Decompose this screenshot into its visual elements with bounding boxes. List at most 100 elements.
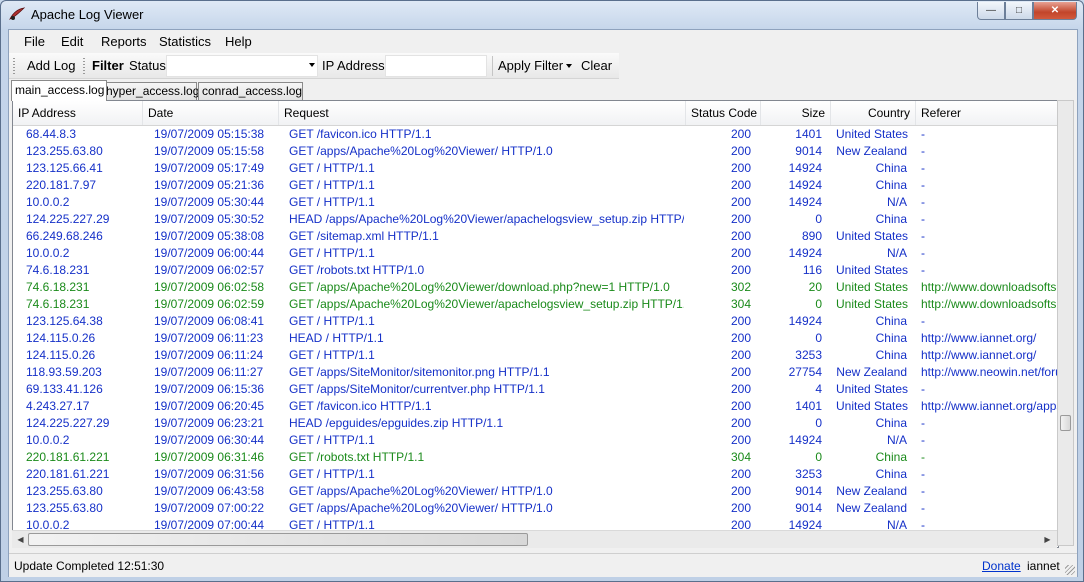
table-row[interactable]: 124.225.227.29 19/07/2009 06:23:21 HEAD /e… (13, 415, 1058, 432)
ip-address-input[interactable] (385, 55, 487, 77)
table-row[interactable]: 10.0.0.2 19/07/2009 05:30:44 GET / HTTP/1.… (13, 194, 1058, 211)
table-row[interactable]: 124.115.0.26 19/07/2009 06:11:24 GET / HTT… (13, 347, 1058, 364)
table-row[interactable]: 74.6.18.231 19/07/2009 06:02:57 GET /robot… (13, 262, 1058, 279)
grid-header: IP Address Date Request Status Code Size… (13, 101, 1058, 126)
cell-country: N/A (886, 433, 907, 447)
menu-reports[interactable]: Reports (101, 34, 147, 49)
table-row[interactable]: 123.255.63.80 19/07/2009 06:43:58 GET /app… (13, 483, 1058, 500)
cell-country: China (875, 450, 907, 464)
cell-ip-address: 10.0.0.2 (26, 246, 70, 260)
cell-date: 19/07/2009 06:31:56 (154, 467, 265, 481)
table-row[interactable]: 4.243.27.17 19/07/2009 06:20:45 GET /favic… (13, 398, 1058, 415)
column-header-size[interactable]: Size (761, 101, 831, 125)
minimize-icon: — (986, 5, 996, 16)
maximize-button[interactable]: □ (1005, 2, 1033, 20)
column-header-referer[interactable]: Referer (916, 101, 1058, 125)
cell-referer: - (921, 212, 925, 226)
cell-request: GET / HTTP/1.1 (289, 246, 375, 260)
toolbar-grip[interactable] (13, 58, 15, 74)
cell-date: 19/07/2009 06:02:59 (154, 297, 265, 311)
cell-ip-address: 74.6.18.231 (26, 297, 90, 311)
vertical-scrollbar[interactable] (1057, 100, 1074, 546)
cell-date: 19/07/2009 06:43:58 (154, 484, 265, 498)
cell-ip-address: 74.6.18.231 (26, 280, 90, 294)
cell-date: 19/07/2009 05:30:44 (154, 195, 265, 209)
cell-request: GET /robots.txt HTTP/1.1 (289, 450, 425, 464)
table-row[interactable]: 10.0.0.2 19/07/2009 06:30:44 GET / HTTP/1.… (13, 432, 1058, 449)
clear-button[interactable]: Clear (581, 58, 612, 73)
table-row[interactable]: 220.181.7.97 19/07/2009 05:21:36 GET / HTT… (13, 177, 1058, 194)
toolbar: Add Log Filter Status: IP Address: Apply… (9, 53, 619, 79)
column-header-date[interactable]: Date (143, 101, 279, 125)
table-row[interactable]: 123.125.64.38 19/07/2009 06:08:41 GET / HT… (13, 313, 1058, 330)
cell-request: GET / HTTP/1.1 (289, 348, 375, 362)
menu-statistics[interactable]: Statistics (159, 34, 211, 49)
cell-size: 3253 (795, 348, 822, 362)
apply-filter-dropdown-icon[interactable] (566, 64, 572, 68)
scroll-left-icon[interactable]: ◀ (13, 532, 28, 547)
table-row[interactable]: 74.6.18.231 19/07/2009 06:02:58 GET /apps/… (13, 279, 1058, 296)
horizontal-scroll-thumb[interactable] (28, 533, 528, 546)
scroll-right-icon[interactable]: ▶ (1040, 532, 1055, 547)
minimize-button[interactable]: — (977, 2, 1005, 20)
cell-date: 19/07/2009 06:15:36 (154, 382, 265, 396)
cell-ip-address: 69.133.41.126 (26, 382, 103, 396)
close-window-button[interactable]: ✕ (1033, 2, 1077, 20)
resize-grip-icon[interactable] (1065, 565, 1075, 575)
cell-status-code: 200 (730, 348, 751, 362)
table-row[interactable]: 69.133.41.126 19/07/2009 06:15:36 GET /app… (13, 381, 1058, 398)
cell-size: 0 (815, 212, 822, 226)
table-row[interactable]: 220.181.61.221 19/07/2009 06:31:46 GET /ro… (13, 449, 1058, 466)
table-row[interactable]: 123.255.63.80 19/07/2009 05:15:58 GET /app… (13, 143, 1058, 160)
status-dropdown[interactable] (166, 55, 318, 77)
column-header-status-code[interactable]: Status Code (686, 101, 761, 125)
title-bar[interactable]: Apache Log Viewer — □ ✕ (1, 1, 1083, 29)
cell-request: GET / HTTP/1.1 (289, 161, 375, 175)
donate-link[interactable]: Donate (982, 559, 1021, 573)
cell-referer: http://www.iannet.org/apps (921, 399, 1058, 413)
apply-filter-button[interactable]: Apply Filter (498, 58, 563, 73)
column-header-country[interactable]: Country (831, 101, 916, 125)
maximize-icon: □ (1015, 5, 1023, 16)
column-header-request[interactable]: Request (279, 101, 686, 125)
table-row[interactable]: 220.181.61.221 19/07/2009 06:31:56 GET / H… (13, 466, 1058, 483)
tab-main-access-log[interactable]: main_access.log (11, 80, 107, 101)
tab-hyper-access-log[interactable]: hyper_access.log (102, 82, 199, 100)
filter-toolbar-grip[interactable] (83, 58, 85, 74)
add-log-button[interactable]: Add Log (27, 58, 75, 73)
table-row[interactable]: 10.0.0.2 19/07/2009 06:00:44 GET / HTTP/1.… (13, 245, 1058, 262)
menu-file[interactable]: File (24, 34, 45, 49)
cell-request: GET /apps/Apache%20Log%20Viewer/download… (289, 280, 670, 294)
table-row[interactable]: 118.93.59.203 19/07/2009 06:11:27 GET /app… (13, 364, 1058, 381)
cell-country: United States (836, 382, 909, 396)
cell-ip-address: 220.181.61.221 (26, 467, 110, 481)
cell-ip-address: 124.115.0.26 (26, 331, 96, 345)
cell-date: 19/07/2009 06:02:58 (154, 280, 265, 294)
vertical-scroll-thumb[interactable] (1060, 415, 1071, 431)
table-row[interactable]: 123.255.63.80 19/07/2009 07:00:22 GET /app… (13, 500, 1058, 517)
column-header-ip-address[interactable]: IP Address (13, 101, 143, 125)
cell-date: 19/07/2009 05:17:49 (154, 161, 265, 175)
cell-date: 19/07/2009 05:15:58 (154, 144, 265, 158)
menu-edit[interactable]: Edit (61, 34, 83, 49)
menu-help[interactable]: Help (225, 34, 252, 49)
cell-referer: - (921, 229, 925, 243)
cell-country: China (875, 314, 907, 328)
table-row[interactable]: 66.249.68.246 19/07/2009 05:38:08 GET /sit… (13, 228, 1058, 245)
cell-referer: - (921, 314, 925, 328)
cell-status-code: 304 (730, 297, 751, 311)
table-row[interactable]: 124.115.0.26 19/07/2009 06:11:23 HEAD / HT… (13, 330, 1058, 347)
table-row[interactable]: 124.225.227.29 19/07/2009 05:30:52 HEAD /a… (13, 211, 1058, 228)
cell-date: 19/07/2009 06:11:24 (154, 348, 264, 362)
cell-size: 27754 (788, 365, 822, 379)
horizontal-scrollbar[interactable]: ◀ ▶ (12, 530, 1057, 548)
cell-request: GET /apps/Apache%20Log%20Viewer/ HTTP/1.… (289, 144, 553, 158)
cell-ip-address: 220.181.7.97 (26, 178, 97, 192)
cell-referer: http://www.downloadsofts.c (921, 297, 1058, 311)
table-row[interactable]: 123.125.66.41 19/07/2009 05:17:49 GET / HT… (13, 160, 1058, 177)
table-row[interactable]: 74.6.18.231 19/07/2009 06:02:59 GET /apps/… (13, 296, 1058, 313)
tab-conrad-access-log[interactable]: conrad_access.log (198, 82, 303, 100)
table-row[interactable]: 68.44.8.3 19/07/2009 05:15:38 GET /favicon… (13, 126, 1058, 143)
cell-country: New Zealand (836, 144, 907, 158)
cell-date: 19/07/2009 06:20:45 (154, 399, 265, 413)
